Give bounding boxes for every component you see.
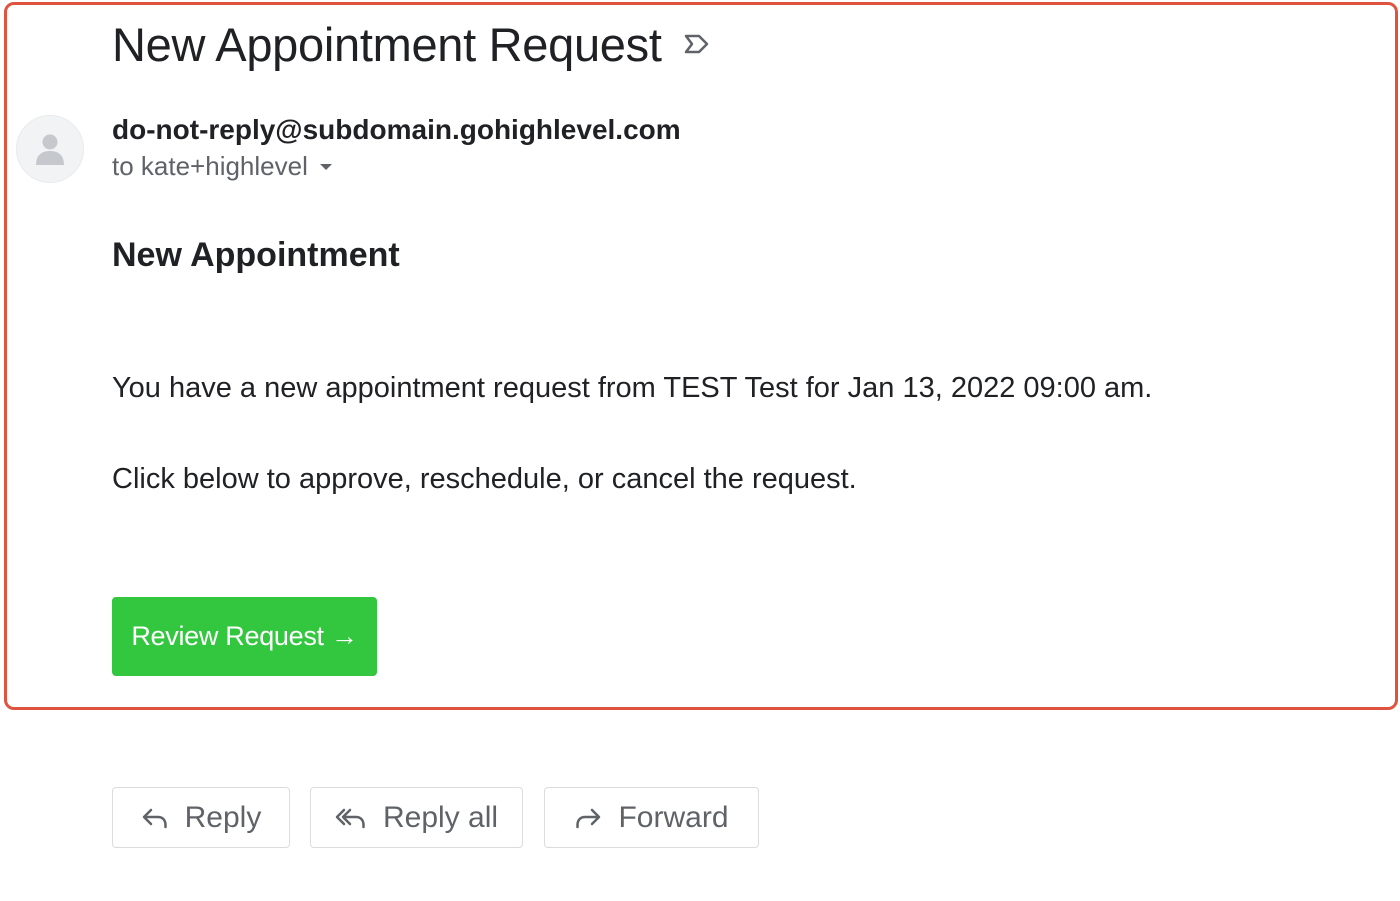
reply-button[interactable]: Reply <box>112 787 290 848</box>
reply-icon <box>142 808 167 828</box>
review-request-button[interactable]: Review Request → <box>112 597 377 676</box>
reply-all-button[interactable]: Reply all <box>310 787 523 848</box>
reply-label: Reply <box>184 800 262 834</box>
forward-label: Forward <box>618 800 729 834</box>
person-icon <box>36 134 64 165</box>
forward-button[interactable]: Forward <box>544 787 759 848</box>
recipient-label: to kate+highlevel <box>112 151 308 181</box>
forward-icon <box>576 808 601 828</box>
email-body-paragraph: You have a new appointment request from … <box>112 372 1153 404</box>
label-outline-icon[interactable] <box>682 32 712 56</box>
caret-down-icon <box>319 163 332 170</box>
recipient-details-toggle[interactable]: to kate+highlevel <box>112 151 332 182</box>
email-body-paragraph: Click below to approve, reschedule, or c… <box>112 463 857 495</box>
sender-address[interactable]: do-not-reply@subdomain.gohighlevel.com <box>112 114 681 146</box>
email-body-heading: New Appointment <box>112 236 400 274</box>
sender-avatar[interactable] <box>16 115 84 183</box>
reply-all-icon <box>335 808 365 828</box>
email-subject: New Appointment Request <box>112 17 662 71</box>
reply-all-label: Reply all <box>382 800 499 834</box>
subject-row: New Appointment Request <box>112 14 712 74</box>
